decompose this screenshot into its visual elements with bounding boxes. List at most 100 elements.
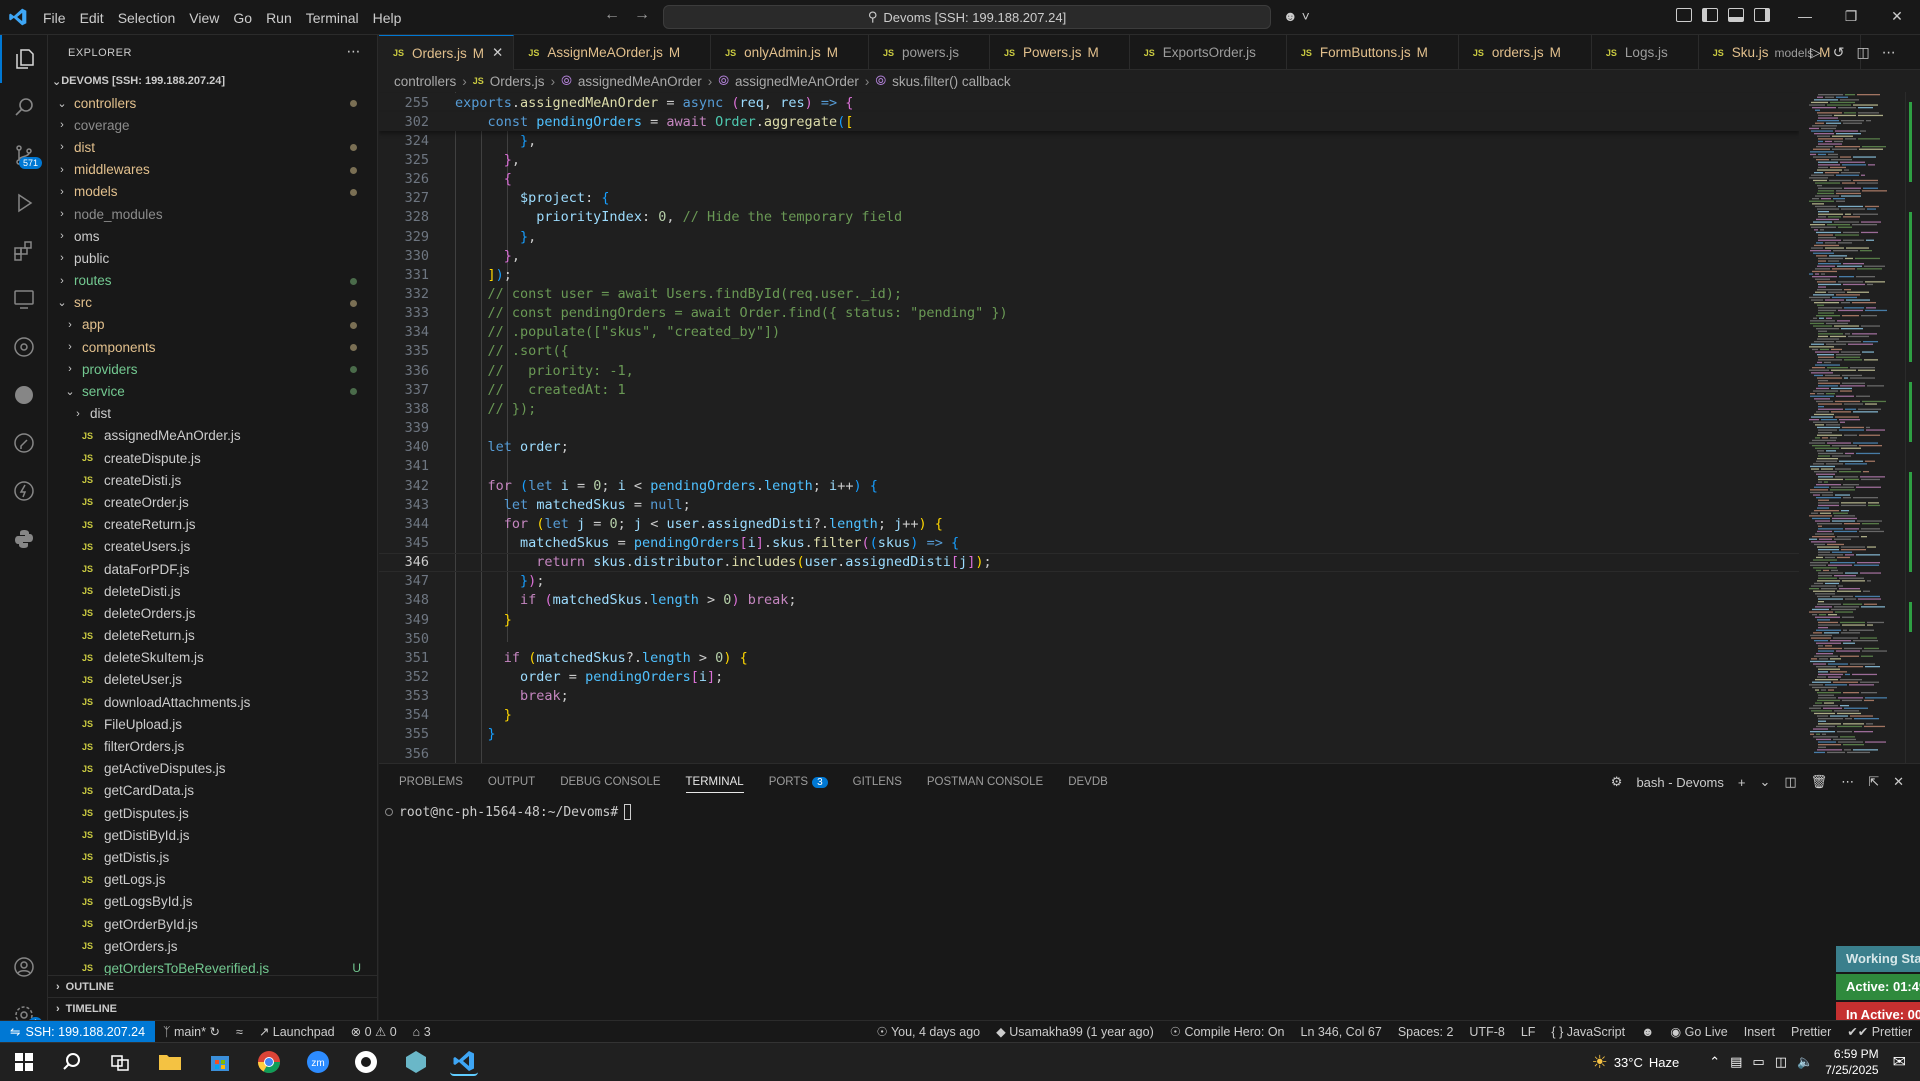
file-item[interactable]: JS createOrder.js <box>48 491 377 513</box>
timeline-section[interactable]: › TIMELINE <box>48 997 378 1019</box>
code-line[interactable]: 345 matchedSkus = pendingOrders[i].skus.… <box>379 533 1799 552</box>
folder-item[interactable]: ⌄ service <box>48 380 377 402</box>
terminal-prompt-line[interactable]: root@nc-ph-1564-48:~/Devoms# <box>385 804 632 820</box>
breadcrumb-item[interactable]: assignedMeAnOrder <box>578 74 702 89</box>
editor-tab[interactable]: JS ExportsOrder.js <box>1130 35 1287 70</box>
battery-icon[interactable]: ▭ <box>1752 1054 1764 1070</box>
minimap[interactable] <box>1799 92 1905 763</box>
code-line[interactable]: 333 // const pendingOrders = await Order… <box>379 304 1799 323</box>
editor-tab[interactable]: JS Logs.js <box>1592 35 1699 70</box>
file-item[interactable]: JS assignedMeAnOrder.js <box>48 425 377 447</box>
file-item[interactable]: JS getDistiById.js <box>48 824 377 846</box>
code-line[interactable]: 340 let order; <box>379 438 1799 457</box>
panel-tab-debug-console[interactable]: DEBUG CONSOLE <box>560 776 660 788</box>
more-actions-icon[interactable]: ⋯ <box>347 43 362 60</box>
menu-item-terminal[interactable]: Terminal <box>299 10 366 26</box>
minimize-icon[interactable]: — <box>1782 0 1828 35</box>
file-item[interactable]: JS getLogsById.js <box>48 891 377 913</box>
code-line[interactable]: 331 ]); <box>379 265 1799 284</box>
file-item[interactable]: JS deleteSkuItem.js <box>48 647 377 669</box>
gitlens-icon[interactable] <box>0 323 48 371</box>
editor-scrollbar[interactable] <box>1905 92 1920 763</box>
folder-item[interactable]: › components <box>48 336 377 358</box>
new-terminal-icon[interactable]: + <box>1738 775 1746 790</box>
code-line[interactable]: 327 $project: { <box>379 189 1799 208</box>
python-icon[interactable] <box>0 515 48 563</box>
menu-item-edit[interactable]: Edit <box>73 10 111 26</box>
file-item[interactable]: JS deleteOrders.js <box>48 602 377 624</box>
weather-desc[interactable]: Haze <box>1649 1055 1679 1070</box>
folder-item[interactable]: › dist <box>48 403 377 425</box>
file-item[interactable]: JS createReturn.js <box>48 514 377 536</box>
code-line[interactable]: 356 <box>379 744 1799 763</box>
vscode-taskbar-icon[interactable] <box>450 1048 478 1076</box>
folder-item[interactable]: ⌄ controllers <box>48 92 377 114</box>
weather-temp[interactable]: 33°C <box>1614 1055 1643 1070</box>
compare-icon[interactable]: ↺ <box>1833 44 1845 61</box>
sync-icon[interactable]: ≈ <box>228 1025 251 1039</box>
explorer-icon[interactable] <box>0 35 48 83</box>
file-item[interactable]: JS downloadAttachments.js <box>48 691 377 713</box>
file-item[interactable]: JS createDispute.js <box>48 447 377 469</box>
accounts-icon[interactable] <box>0 943 48 991</box>
back-arrow-icon[interactable]: ← <box>604 6 620 24</box>
editor-tab[interactable]: JS orders.js M <box>1459 35 1592 70</box>
postman-icon[interactable] <box>0 371 48 419</box>
file-item[interactable]: JS getActiveDisputes.js <box>48 758 377 780</box>
ports-indicator[interactable]: ⌂ 3 <box>405 1025 439 1039</box>
file-item[interactable]: JS createDisti.js <box>48 469 377 491</box>
compile-hero-indicator[interactable]: ☉ Compile Hero: On <box>1162 1024 1293 1039</box>
indentation[interactable]: Spaces: 2 <box>1390 1025 1462 1039</box>
network-icon[interactable]: ▤ <box>1730 1054 1742 1070</box>
code-line[interactable]: 346 return skus.distributor.includes(use… <box>379 552 1799 572</box>
menu-item-go[interactable]: Go <box>226 10 259 26</box>
working-status-notif[interactable]: Working Stat <box>1836 946 1920 972</box>
toggle-sidebar-icon[interactable] <box>1702 8 1718 22</box>
file-item[interactable]: JS deleteDisti.js <box>48 580 377 602</box>
code-line[interactable]: 341 <box>379 457 1799 476</box>
remote-indicator[interactable]: ⇋ SSH: 199.188.207.24 <box>0 1020 156 1043</box>
author-indicator[interactable]: ◆ Usamakha99 (1 year ago) <box>988 1024 1162 1039</box>
code-line[interactable]: 335 // .sort({ <box>379 342 1799 361</box>
menu-item-selection[interactable]: Selection <box>111 10 183 26</box>
app-hex-icon[interactable] <box>402 1048 430 1076</box>
task-view-icon[interactable] <box>106 1048 134 1076</box>
code-line[interactable]: 347 }); <box>379 572 1799 591</box>
cursor-position[interactable]: Ln 346, Col 67 <box>1293 1025 1390 1039</box>
code-line[interactable]: 329 }, <box>379 227 1799 246</box>
restore-icon[interactable]: ❐ <box>1828 0 1874 35</box>
file-item[interactable]: JS getDistis.js <box>48 846 377 868</box>
folder-item[interactable]: › routes <box>48 270 377 292</box>
panel-tab-terminal[interactable]: TERMINAL <box>685 776 744 793</box>
file-explorer-icon[interactable] <box>156 1048 184 1076</box>
launchpad-button[interactable]: ↗ Launchpad <box>251 1024 343 1039</box>
code-line[interactable]: 352 order = pendingOrders[i]; <box>379 668 1799 687</box>
breadcrumb-item[interactable]: skus.filter() callback <box>892 74 1011 89</box>
workspace-root[interactable]: ⌄ DEVOMS [SSH: 199.188.207.24] <box>48 70 377 92</box>
code-editor[interactable]: 255 exports.assignedMeAnOrder = async (re… <box>379 92 1799 763</box>
breadcrumb-item[interactable]: Orders.js <box>490 74 545 89</box>
code-line[interactable]: 328 priorityIndex: 0, // Hide the tempor… <box>379 208 1799 227</box>
code-line[interactable]: 336 // priority: -1, <box>379 361 1799 380</box>
close-icon[interactable]: ✕ <box>1874 0 1920 35</box>
folder-item[interactable]: › node_modules <box>48 203 377 225</box>
copilot-status-icon[interactable]: ☻ <box>1633 1025 1662 1039</box>
code-line[interactable]: 343 let matchedSkus = null; <box>379 495 1799 514</box>
code-line[interactable]: 344 for (let j = 0; j < user.assignedDis… <box>379 514 1799 533</box>
forward-arrow-icon[interactable]: → <box>634 6 650 24</box>
more-actions-icon[interactable]: ⋯ <box>1841 774 1854 790</box>
folder-item[interactable]: › coverage <box>48 114 377 136</box>
code-line[interactable]: 332 // const user = await Users.findById… <box>379 285 1799 304</box>
file-item[interactable]: JS getLogs.js <box>48 869 377 891</box>
editor-tab[interactable]: JS Orders.js M ✕ <box>379 35 515 70</box>
code-line[interactable]: 326 { <box>379 170 1799 189</box>
maximize-panel-icon[interactable]: ⇱ <box>1868 774 1879 790</box>
code-line[interactable]: 342 for (let i = 0; i < pendingOrders.le… <box>379 476 1799 495</box>
file-item[interactable]: JS getCardData.js <box>48 780 377 802</box>
editor-tab[interactable]: JS Powers.js M <box>990 35 1130 70</box>
close-panel-icon[interactable]: ✕ <box>1893 774 1904 790</box>
extensions-icon[interactable] <box>0 227 48 275</box>
run-debug-icon[interactable] <box>0 179 48 227</box>
copilot-icon[interactable]: ☻ ˅ <box>1283 8 1310 24</box>
panel-tab-gitlens[interactable]: GITLENS <box>853 776 902 788</box>
